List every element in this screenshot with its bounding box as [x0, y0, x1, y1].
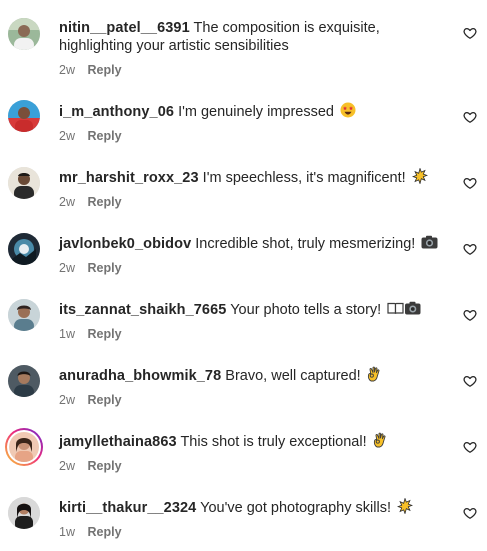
- comment-time: 2w: [59, 195, 75, 209]
- comment-meta: 2w Reply: [59, 392, 122, 408]
- comment-body: Your photo tells a story!: [230, 302, 382, 318]
- comment-text: kirti__thakur__2324 You've got photograp…: [59, 498, 449, 517]
- comment-username[interactable]: mr_harshit_roxx_23: [59, 170, 199, 186]
- comment-body: Incredible shot, truly mesmerizing!: [195, 236, 416, 252]
- heart-outline-icon: [463, 375, 477, 387]
- comment-time: 2w: [59, 129, 75, 143]
- comment-username[interactable]: its_zannat_shaikh_7665: [59, 302, 226, 318]
- avatar[interactable]: [8, 100, 40, 132]
- sparkle-burst-emoji-icon: [397, 498, 413, 514]
- comment-username[interactable]: jamyllethaina863: [59, 434, 177, 450]
- comment-text: mr_harshit_roxx_23 I'm speechless, it's …: [59, 168, 449, 187]
- avatar-photo-icon: [8, 167, 40, 199]
- comment-username[interactable]: javlonbek0_obidov: [59, 236, 191, 252]
- avatar[interactable]: [8, 299, 40, 331]
- comment-username[interactable]: kirti__thakur__2324: [59, 500, 196, 516]
- avatar-photo-icon: [8, 233, 40, 265]
- comment-meta: 1w Reply: [59, 326, 122, 342]
- star-struck-emoji-icon: [340, 102, 356, 118]
- avatar[interactable]: [5, 428, 43, 466]
- reply-button[interactable]: Reply: [87, 129, 121, 143]
- heart-outline-icon: [463, 243, 477, 255]
- sparkle-burst-emoji-icon: [411, 168, 428, 184]
- avatar[interactable]: [8, 18, 40, 50]
- comment-time: 2w: [59, 393, 75, 407]
- comment-text: jamyllethaina863 This shot is truly exce…: [59, 432, 449, 451]
- heart-outline-icon: [463, 27, 477, 39]
- like-button[interactable]: [463, 242, 479, 258]
- comment-time: 1w: [59, 525, 75, 539]
- reply-button[interactable]: Reply: [87, 63, 121, 77]
- heart-outline-icon: [463, 309, 477, 321]
- heart-outline-icon: [463, 507, 477, 519]
- heart-outline-icon: [463, 177, 477, 189]
- avatar[interactable]: [8, 365, 40, 397]
- comment-body: Bravo, well captured!: [225, 368, 361, 384]
- reply-button[interactable]: Reply: [87, 327, 121, 341]
- comment-text: javlonbek0_obidov Incredible shot, truly…: [59, 234, 449, 253]
- comment-meta: 2w Reply: [59, 194, 122, 210]
- heart-outline-icon: [463, 111, 477, 123]
- heart-outline-icon: [463, 441, 477, 453]
- like-button[interactable]: [463, 176, 479, 192]
- reply-button[interactable]: Reply: [87, 261, 121, 275]
- like-button[interactable]: [463, 374, 479, 390]
- reply-button[interactable]: Reply: [87, 459, 121, 473]
- avatar-photo-icon: [8, 497, 40, 529]
- like-button[interactable]: [463, 440, 479, 456]
- avatar-photo-icon: [8, 299, 40, 331]
- avatar-photo-icon: [8, 100, 40, 132]
- comment-meta: 2w Reply: [59, 260, 122, 276]
- comment-meta: 2w Reply: [59, 458, 122, 474]
- comment-time: 1w: [59, 327, 75, 341]
- comment-body: This shot is truly exceptional!: [180, 434, 367, 450]
- avatar[interactable]: [8, 233, 40, 265]
- reply-button[interactable]: Reply: [87, 195, 121, 209]
- comment-meta: 2w Reply: [59, 128, 122, 144]
- comment-text: i_m_anthony_06 I'm genuinely impressed: [59, 102, 449, 121]
- like-button[interactable]: [463, 506, 479, 522]
- avatar-photo-icon: [8, 365, 40, 397]
- comment-username[interactable]: i_m_anthony_06: [59, 104, 174, 120]
- comment-body: I'm speechless, it's magnificent!: [202, 170, 406, 186]
- comment-body: I'm genuinely impressed: [178, 104, 334, 120]
- comment-text: anuradha_bhowmik_78 Bravo, well captured…: [59, 366, 449, 385]
- comment-time: 2w: [59, 63, 75, 77]
- avatar-photo-icon: [8, 18, 40, 50]
- reply-button[interactable]: Reply: [87, 525, 121, 539]
- comment-meta: 1w Reply: [59, 524, 122, 540]
- comment-meta: 2w Reply: [59, 62, 122, 78]
- comment-username[interactable]: nitin__patel__6391: [59, 20, 190, 36]
- book-and-camera-emoji-icon: [387, 300, 421, 316]
- ok-hand-emoji-icon: [367, 366, 381, 382]
- like-button[interactable]: [463, 308, 479, 324]
- avatar[interactable]: [8, 497, 40, 529]
- like-button[interactable]: [463, 110, 479, 126]
- comment-time: 2w: [59, 459, 75, 473]
- comment-time: 2w: [59, 261, 75, 275]
- reply-button[interactable]: Reply: [87, 393, 121, 407]
- comment-username[interactable]: anuradha_bhowmik_78: [59, 368, 221, 384]
- like-button[interactable]: [463, 26, 479, 42]
- ok-hand-emoji-icon: [373, 432, 387, 448]
- comment-body: You've got photography skills!: [200, 500, 391, 516]
- comment-text: its_zannat_shaikh_7665 Your photo tells …: [59, 300, 449, 319]
- comment-text: nitin__patel__6391 The composition is ex…: [59, 19, 449, 55]
- avatar[interactable]: [8, 167, 40, 199]
- avatar-story-ring-icon: [7, 430, 41, 464]
- camera-emoji-icon: [421, 234, 438, 250]
